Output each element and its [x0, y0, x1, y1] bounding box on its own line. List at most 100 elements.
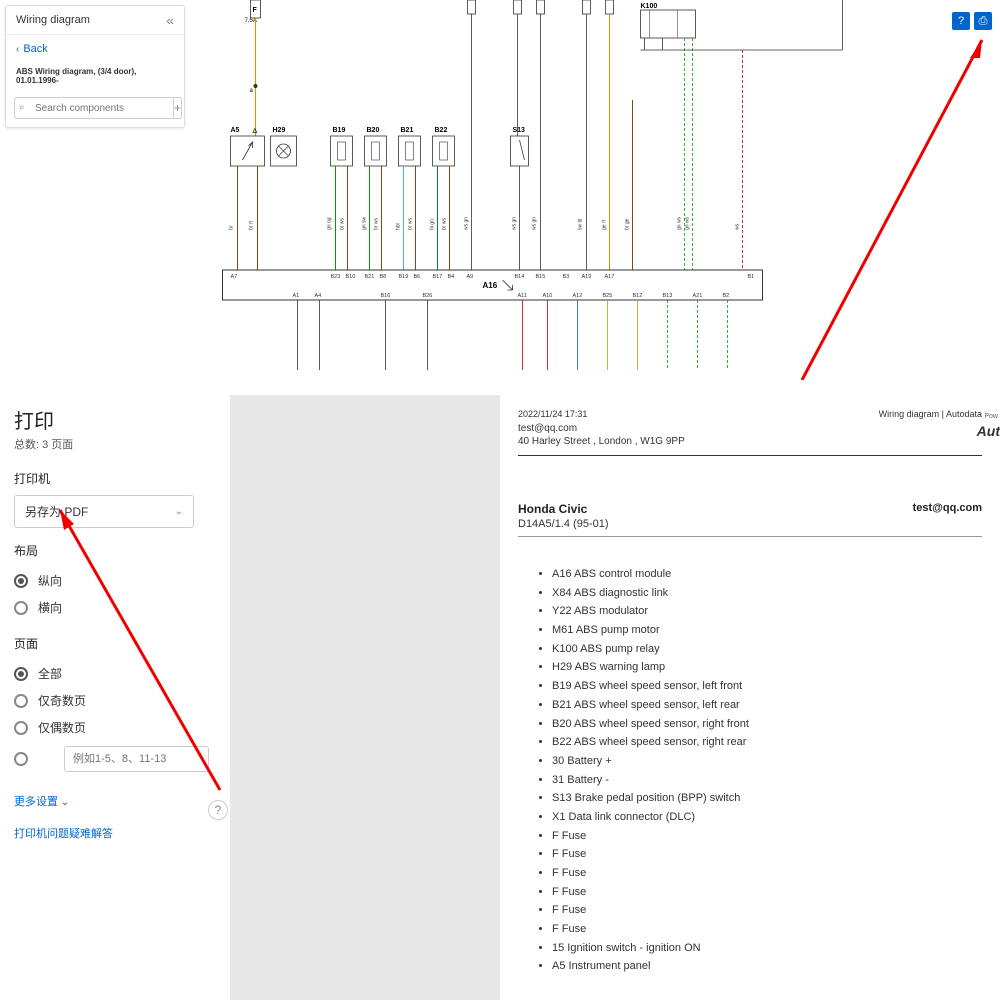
pages-range-input[interactable] [64, 746, 209, 772]
svg-text:B12: B12 [633, 293, 643, 299]
radio-icon [14, 601, 28, 615]
svg-text:B2: B2 [723, 293, 730, 299]
svg-text:B23: B23 [331, 274, 341, 280]
panel-header: Wiring diagram « [6, 6, 184, 35]
svg-text:B21: B21 [401, 127, 414, 134]
panel-title: Wiring diagram [16, 14, 90, 26]
svg-text:br rt: br rt [249, 221, 255, 231]
list-item: Y22 ABS modulator [552, 602, 982, 621]
chevron-down-icon: ⌄ [175, 506, 183, 517]
pages-label: 页面 [14, 635, 216, 652]
svg-text:B26: B26 [423, 293, 433, 299]
svg-text:A10: A10 [543, 293, 553, 299]
svg-text:ws gn: ws gn [512, 217, 518, 230]
list-item: F Fuse [552, 901, 982, 920]
divider [518, 455, 982, 456]
list-item: 31 Battery - [552, 771, 982, 790]
pages-odd-radio[interactable]: 仅奇数页 [14, 687, 216, 714]
list-item: B21 ABS wheel speed sensor, left rear [552, 696, 982, 715]
pages-custom-radio[interactable] [14, 741, 216, 777]
svg-text:ws gn: ws gn [464, 217, 470, 230]
layout-landscape-radio[interactable]: 横向 [14, 594, 216, 621]
svg-text:br ws: br ws [408, 218, 414, 230]
radio-label: 仅奇数页 [38, 692, 86, 709]
back-link[interactable]: ‹ Back [6, 35, 184, 63]
print-icon[interactable]: ⎙ [974, 12, 992, 30]
radio-icon [14, 752, 28, 766]
svg-text:A19: A19 [582, 274, 592, 280]
svg-text:A16: A16 [483, 281, 498, 290]
svg-text:br ge: br ge [625, 218, 631, 230]
svg-text:sw bl: sw bl [578, 219, 584, 230]
svg-text:A12: A12 [573, 293, 583, 299]
user-email: test@qq.com [913, 502, 982, 530]
svg-text:hbl: hbl [396, 223, 402, 230]
radio-icon [14, 694, 28, 708]
list-item: S13 Brake pedal position (BPP) switch [552, 789, 982, 808]
svg-text:A1: A1 [293, 293, 300, 299]
list-item: H29 ABS warning lamp [552, 658, 982, 677]
printer-label: 打印机 [14, 470, 216, 487]
svg-text:B20: B20 [367, 127, 380, 134]
help-circle-icon[interactable]: ? [208, 800, 228, 820]
back-arrow-icon: ‹ [16, 44, 19, 55]
svg-text:br ws: br ws [340, 218, 346, 230]
printer-value: 另存为 PDF [25, 503, 88, 520]
help-icon[interactable]: ? [952, 12, 970, 30]
divider [518, 536, 982, 537]
print-title: 打印 [14, 405, 216, 434]
list-item: A16 ABS control module [552, 565, 982, 584]
search-input[interactable] [14, 97, 174, 119]
svg-text:B1: B1 [748, 274, 755, 280]
svg-text:a: a [250, 88, 254, 94]
preview-datetime: 2022/11/24 17:31 [518, 409, 587, 419]
pages-all-radio[interactable]: 全部 [14, 660, 216, 687]
preview-email: test@qq.com [518, 423, 982, 434]
search-icon: ⌕ [19, 102, 25, 113]
list-item: F Fuse [552, 827, 982, 846]
add-button[interactable]: + [174, 97, 182, 119]
wiring-diagram[interactable]: F 7,5A K100 [200, 0, 975, 380]
svg-text:A5: A5 [231, 127, 240, 134]
radio-icon [14, 574, 28, 588]
svg-text:F: F [253, 7, 258, 14]
svg-text:gn og: gn og [327, 217, 333, 230]
list-item: B20 ABS wheel speed sensor, right front [552, 715, 982, 734]
svg-text:B10: B10 [346, 274, 356, 280]
svg-text:B15: B15 [536, 274, 546, 280]
radio-label: 仅偶数页 [38, 719, 86, 736]
list-item: B19 ABS wheel speed sensor, left front [552, 677, 982, 696]
top-icons: ? ⎙ [952, 12, 992, 30]
radio-label: 横向 [38, 599, 62, 616]
vehicle-name: Honda Civic [518, 502, 609, 516]
svg-text:A4: A4 [315, 293, 322, 299]
troubleshoot-link[interactable]: 打印机问题疑难解答 [14, 825, 216, 841]
more-settings-link[interactable]: 更多设置 [14, 793, 216, 809]
svg-text:br: br [229, 225, 235, 230]
list-item: F Fuse [552, 864, 982, 883]
list-item: K100 ABS pump relay [552, 640, 982, 659]
list-item: X84 ABS diagnostic link [552, 584, 982, 603]
svg-text:B17: B17 [433, 274, 443, 280]
printer-select[interactable]: 另存为 PDF ⌄ [14, 495, 194, 528]
svg-text:B22: B22 [435, 127, 448, 134]
print-preview-area: 2022/11/24 17:31 Wiring diagram | Autoda… [230, 395, 1000, 1000]
list-item: A5 Instrument panel [552, 957, 982, 976]
svg-text:bl gn: bl gn [430, 219, 436, 230]
svg-text:br ws: br ws [442, 218, 448, 230]
layout-portrait-radio[interactable]: 纵向 [14, 567, 216, 594]
list-item: M61 ABS pump motor [552, 621, 982, 640]
list-item: 15 Ignition switch - ignition ON [552, 939, 982, 958]
svg-text:B14: B14 [515, 274, 525, 280]
svg-text:△: △ [252, 127, 258, 134]
svg-text:br ws: br ws [374, 218, 380, 230]
collapse-icon[interactable]: « [166, 12, 174, 28]
svg-text:B19: B19 [399, 274, 409, 280]
svg-text:S13: S13 [513, 127, 526, 134]
powered-label: Pow [984, 413, 998, 420]
svg-text:gn sw: gn sw [362, 217, 368, 230]
pages-even-radio[interactable]: 仅偶数页 [14, 714, 216, 741]
autodata-logo: Aut [977, 423, 1000, 439]
component-list: A16 ABS control moduleX84 ABS diagnostic… [518, 565, 982, 976]
vehicle-model: D14A5/1.4 (95-01) [518, 518, 609, 530]
